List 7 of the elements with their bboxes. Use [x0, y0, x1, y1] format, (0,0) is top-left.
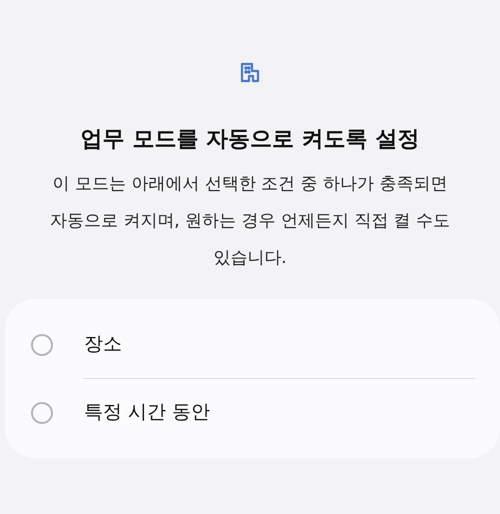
building-icon [238, 60, 262, 84]
radio-option[interactable]: 특정 시간 동안 [5, 379, 500, 446]
description: 이 모드는 아래에서 선택한 조건 중 하나가 충족되면 자동으로 켜지며, 원하는 경우 언제든지 직접 켤 수도 있습니다. [48, 173, 452, 270]
option-label: 장소 [84, 332, 122, 358]
radio-option[interactable]: 장소 [5, 311, 500, 378]
title: 업무 모드를 자동으로 켜도록 설정 [80, 126, 420, 154]
option-label: 특정 시간 동안 [84, 400, 210, 426]
